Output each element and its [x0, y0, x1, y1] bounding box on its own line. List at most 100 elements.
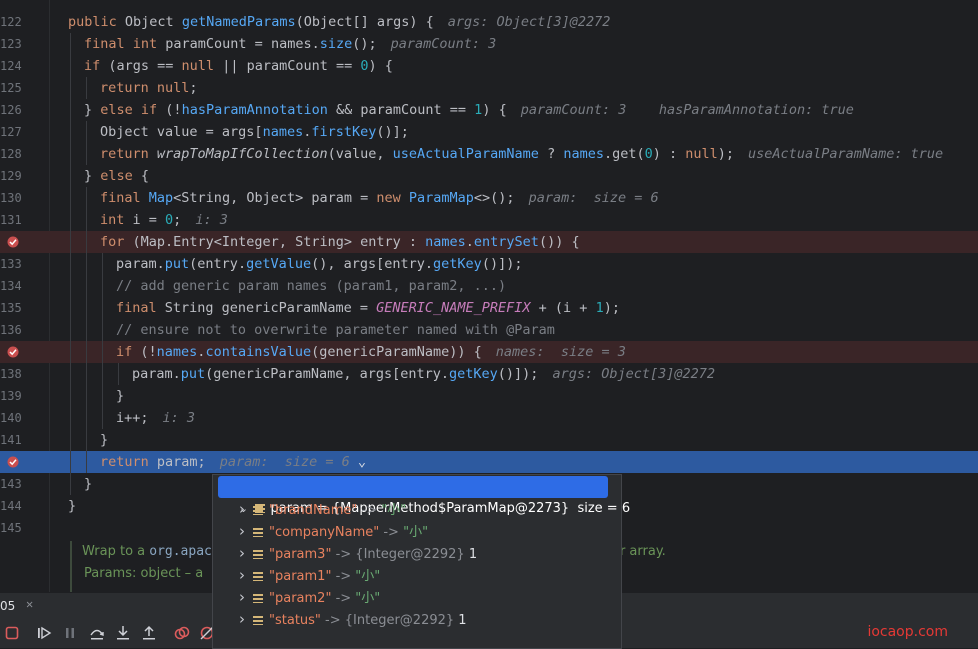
code-token: }: [116, 388, 125, 404]
code-token: GENERIC_NAME_PREFIX: [376, 300, 539, 316]
debug-tab-label[interactable]: 05: [0, 599, 15, 613]
breakpoint-icon[interactable]: [7, 456, 19, 468]
code-line[interactable]: for (Map.Entry<Integer, String> entry : …: [0, 231, 978, 253]
code-line[interactable]: 126} else if (!hasParamAnnotation && par…: [0, 99, 978, 121]
code-token: containsValue: [205, 344, 312, 360]
code-text: Object value = args[names.firstKey()];: [100, 121, 409, 143]
breakpoint-icon[interactable]: [7, 346, 19, 358]
variable-inspector-popup[interactable]: ⌄ param = {MapperMethod$ParamMap@2273} si…: [212, 474, 630, 649]
inline-debug-value[interactable]: args: Object[3]@2272: [552, 366, 715, 382]
line-number: 125: [0, 81, 22, 95]
code-line[interactable]: 141}: [0, 429, 978, 451]
code-line[interactable]: 123 final int paramCount = names.size(); p…: [0, 33, 978, 55]
code-token: (args ==: [108, 58, 182, 74]
code-token: return: [100, 454, 157, 470]
chevron-right-icon[interactable]: ›: [235, 586, 249, 608]
field-icon: [253, 506, 263, 515]
code-text: if (!names.containsValue(genericParamNam…: [116, 341, 626, 363]
step-out-icon[interactable]: [141, 625, 157, 641]
code-line[interactable]: return param; param: size = 6 ⌄: [0, 451, 978, 473]
inline-debug-value[interactable]: param: size = 6: [529, 190, 659, 206]
code-token: param;: [156, 454, 206, 470]
step-into-icon[interactable]: [115, 625, 131, 641]
entry-value: "小": [381, 503, 407, 518]
code-token: firstKey: [311, 124, 377, 140]
code-text: if (args == null || paramCount == 0) {: [84, 55, 393, 77]
code-token: (value,: [327, 146, 393, 162]
chevron-right-icon[interactable]: ›: [235, 608, 249, 630]
code-line[interactable]: 138 param.put(genericParamName, args[entr…: [0, 363, 978, 385]
close-icon[interactable]: ✕: [26, 597, 33, 611]
code-line[interactable]: 122 public Object getNamedParams(Object[]…: [0, 11, 978, 33]
inline-debug-value[interactable]: paramCount: 3: [391, 36, 497, 52]
line-number: 130: [0, 191, 22, 205]
indent-guide: [70, 33, 71, 495]
entry-key: "brandName": [269, 503, 358, 518]
inline-debug-value[interactable]: useActualParamName: true: [748, 146, 943, 162]
view-breakpoints-icon[interactable]: [174, 625, 190, 641]
popup-entry-row[interactable]: › "param2" -> "小": [235, 586, 380, 608]
inline-debug-value[interactable]: param: size = 6: [220, 454, 350, 470]
popup-entry-row[interactable]: › "status" -> {Integer@2292} 1: [235, 608, 467, 630]
code-line[interactable]: 130 final Map<String, Object> param = new…: [0, 187, 978, 209]
popup-root-row[interactable]: ⌄ param = {MapperMethod$ParamMap@2273} si…: [218, 476, 630, 516]
code-token: null: [685, 146, 718, 162]
code-token: put: [180, 366, 206, 382]
inline-debug-value[interactable]: paramCount: 3 hasParamAnnotation: true: [521, 102, 854, 118]
code-token: Map: [148, 190, 174, 206]
code-token: if: [84, 58, 109, 74]
inline-debug-value[interactable]: args: Object[3]@2272: [448, 14, 611, 30]
code-token: (!: [140, 344, 157, 360]
code-token: useActualParamName: [392, 146, 548, 162]
code-line[interactable]: 135 final String genericParamName = GENER…: [0, 297, 978, 319]
code-token: <String, Object> param =: [173, 190, 377, 206]
popup-entry-row[interactable]: › "param3" -> {Integer@2292} 1: [235, 542, 477, 564]
chevron-right-icon[interactable]: ›: [235, 498, 249, 520]
code-line[interactable]: 125 return null;: [0, 77, 978, 99]
code-line[interactable]: 128 return wrapToMapIfCollection(value, u…: [0, 143, 978, 165]
code-line[interactable]: 124 if (args == null || paramCount == 0) …: [0, 55, 978, 77]
breakpoint-icon[interactable]: [7, 236, 19, 248]
popup-entry-row[interactable]: › "param1" -> "小": [235, 564, 380, 586]
code-line[interactable]: 139}: [0, 385, 978, 407]
entry-value: {Integer@2292}: [355, 547, 465, 562]
chevron-right-icon[interactable]: ›: [235, 542, 249, 564]
code-line[interactable]: 131 int i = 0; i: 3: [0, 209, 978, 231]
code-token: 1: [595, 300, 604, 316]
code-token: ) {: [368, 58, 393, 74]
code-line[interactable]: 133 param.put(entry.getValue(), args[entr…: [0, 253, 978, 275]
expand-value-chevron-icon[interactable]: ⌄: [350, 454, 366, 470]
stop-icon[interactable]: [4, 625, 20, 641]
code-text: for (Map.Entry<Integer, String> entry : …: [100, 231, 580, 253]
code-line[interactable]: 140 i++; i: 3: [0, 407, 978, 429]
code-token: 0: [644, 146, 653, 162]
line-number: 134: [0, 279, 22, 293]
resume-icon[interactable]: [36, 625, 52, 641]
entry-key: "param2": [269, 591, 332, 606]
field-icon: [253, 572, 263, 581]
code-line[interactable]: 129} else {: [0, 165, 978, 187]
line-number: 124: [0, 59, 22, 73]
popup-entry-row[interactable]: › "companyName" -> "小": [235, 520, 428, 542]
inline-debug-value[interactable]: i: 3: [163, 410, 196, 426]
step-over-icon[interactable]: [89, 625, 105, 641]
chevron-right-icon[interactable]: ›: [235, 520, 249, 542]
code-token: getNamedParams: [181, 14, 296, 30]
code-line[interactable]: if (!names.containsValue(genericParamNam…: [0, 341, 978, 363]
line-number: 135: [0, 301, 22, 315]
pause-icon[interactable]: [62, 625, 78, 641]
code-line[interactable]: 134 // add generic param names (param1, p…: [0, 275, 978, 297]
code-text: final int paramCount = names.size(); para…: [84, 33, 496, 55]
code-token: ?: [547, 146, 564, 162]
code-line[interactable]: 127 Object value = args[names.firstKey()]…: [0, 121, 978, 143]
code-text: } else {: [84, 165, 149, 187]
inline-debug-value[interactable]: names: size = 3: [496, 344, 626, 360]
code-text: i++; i: 3: [116, 407, 195, 429]
inline-debug-value[interactable]: i: 3: [195, 212, 228, 228]
code-token: int: [100, 212, 133, 228]
entry-value: {Integer@2292}: [344, 613, 455, 628]
popup-entry-row[interactable]: › "brandName" -> "小": [235, 498, 406, 520]
doc-text: Wrap to a: [82, 544, 150, 559]
code-line[interactable]: 136 // ensure not to overwrite parameter …: [0, 319, 978, 341]
chevron-right-icon[interactable]: ›: [235, 564, 249, 586]
